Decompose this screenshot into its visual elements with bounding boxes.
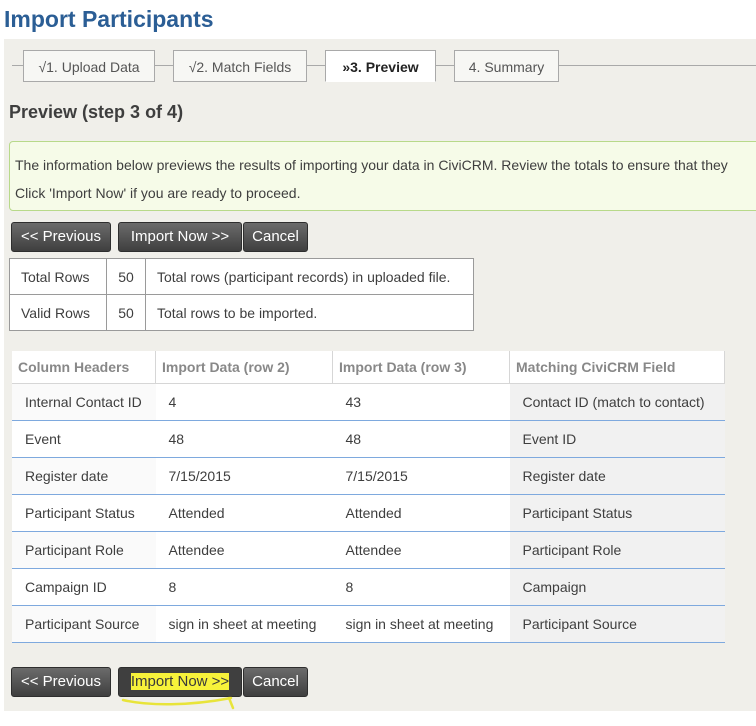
cancel-button-top[interactable]: Cancel bbox=[243, 222, 308, 252]
matching-field: Contact ID (match to contact) bbox=[509, 383, 725, 421]
column-header: Column Headers bbox=[12, 351, 156, 384]
preview-table: Column Headers Import Data (row 2) Impor… bbox=[12, 351, 725, 643]
wizard-step-preview[interactable]: »3. Preview bbox=[325, 50, 436, 82]
row-field-name: Participant Source bbox=[12, 605, 156, 643]
row-3-value: Attendee bbox=[332, 531, 510, 569]
page-title: Import Participants bbox=[4, 6, 214, 32]
row-field-name: Event bbox=[12, 420, 156, 458]
matching-field: Participant Role bbox=[509, 531, 725, 569]
column-header: Import Data (row 3) bbox=[332, 351, 510, 384]
column-header: Matching CiviCRM Field bbox=[509, 351, 725, 384]
previous-button-top[interactable]: << Previous bbox=[11, 222, 111, 252]
summary-row: Valid Rows 50 Total rows to be imported. bbox=[9, 294, 474, 331]
preview-row: Participant Status Attended Attended Partic… bbox=[12, 494, 725, 532]
row-2-value: 4 bbox=[155, 383, 333, 421]
row-2-value: 48 bbox=[155, 420, 333, 458]
matching-field: Participant Source bbox=[509, 605, 725, 643]
wizard-step-upload[interactable]: √1. Upload Data bbox=[23, 50, 155, 82]
summary-description: Total rows to be imported. bbox=[145, 294, 474, 331]
step-title: Preview (step 3 of 4) bbox=[9, 102, 184, 122]
summary-description: Total rows (participant records) in uplo… bbox=[145, 258, 474, 295]
highlight-underline bbox=[121, 696, 235, 710]
matching-field: Event ID bbox=[509, 420, 725, 458]
summary-label: Total Rows bbox=[9, 258, 107, 295]
row-field-name: Campaign ID bbox=[12, 568, 156, 606]
import-now-button-top[interactable]: Import Now >> bbox=[118, 222, 242, 252]
matching-field: Participant Status bbox=[509, 494, 725, 532]
preview-row: Internal Contact ID 4 43 Contact ID (match … bbox=[12, 383, 725, 421]
summary-value: 50 bbox=[106, 258, 146, 295]
previous-button-bottom[interactable]: << Previous bbox=[11, 667, 111, 697]
help-message: The information below previews the resul… bbox=[9, 141, 756, 211]
cancel-button-bottom[interactable]: Cancel bbox=[243, 667, 308, 697]
preview-row: Event 48 48 Event ID bbox=[12, 420, 725, 458]
row-3-value: 8 bbox=[332, 568, 510, 606]
matching-field: Campaign bbox=[509, 568, 725, 606]
row-field-name: Participant Role bbox=[12, 531, 156, 569]
row-3-value: 48 bbox=[332, 420, 510, 458]
matching-field: Register date bbox=[509, 457, 725, 495]
import-now-label: Import Now >> bbox=[130, 673, 230, 690]
summary-table: Total Rows 50 Total rows (participant re… bbox=[9, 258, 474, 331]
summary-row: Total Rows 50 Total rows (participant re… bbox=[9, 258, 474, 295]
wizard-step-summary[interactable]: 4. Summary bbox=[454, 50, 559, 82]
row-2-value: Attendee bbox=[155, 531, 333, 569]
help-line-1: The information below previews the resul… bbox=[15, 157, 728, 173]
wizard-step-match[interactable]: √2. Match Fields bbox=[173, 50, 307, 82]
summary-label: Valid Rows bbox=[9, 294, 107, 331]
row-2-value: sign in sheet at meeting bbox=[155, 605, 333, 643]
row-2-value: 8 bbox=[155, 568, 333, 606]
import-now-button-bottom[interactable]: Import Now >> bbox=[118, 667, 242, 697]
row-3-value: 43 bbox=[332, 383, 510, 421]
summary-value: 50 bbox=[106, 294, 146, 331]
row-3-value: Attended bbox=[332, 494, 510, 532]
help-line-2: Click 'Import Now' if you are ready to p… bbox=[15, 185, 301, 201]
row-3-value: sign in sheet at meeting bbox=[332, 605, 510, 643]
row-3-value: 7/15/2015 bbox=[332, 457, 510, 495]
preview-row: Campaign ID 8 8 Campaign bbox=[12, 568, 725, 606]
preview-row: Participant Source sign in sheet at meeti… bbox=[12, 605, 725, 643]
preview-header-row: Column Headers Import Data (row 2) Impor… bbox=[12, 351, 725, 384]
row-2-value: 7/15/2015 bbox=[155, 457, 333, 495]
preview-row: Register date 7/15/2015 7/15/2015 Register … bbox=[12, 457, 725, 495]
column-header: Import Data (row 2) bbox=[155, 351, 333, 384]
row-field-name: Participant Status bbox=[12, 494, 156, 532]
row-2-value: Attended bbox=[155, 494, 333, 532]
row-field-name: Register date bbox=[12, 457, 156, 495]
row-field-name: Internal Contact ID bbox=[12, 383, 156, 421]
preview-row: Participant Role Attendee Attendee Particip… bbox=[12, 531, 725, 569]
